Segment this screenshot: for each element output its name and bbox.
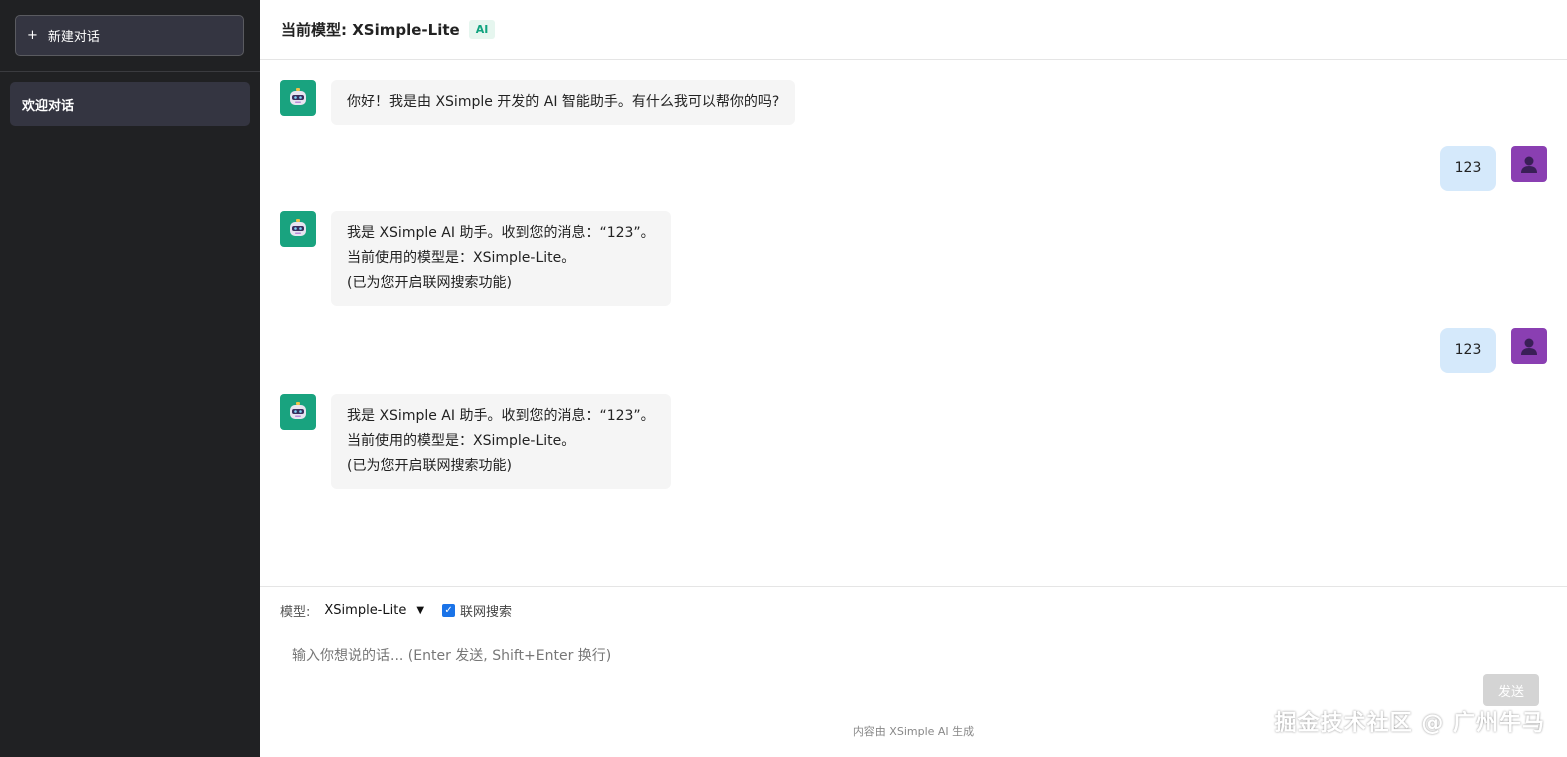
- message-line: 我是 XSimple AI 助手。收到您的消息：“123”。: [347, 408, 655, 424]
- message-line: (已为您开启联网搜索功能): [347, 275, 512, 291]
- assistant-message: 我是 XSimple AI 助手。收到您的消息：“123”。 当前使用的模型是：…: [331, 211, 671, 306]
- new-chat-button[interactable]: + 新建对话: [15, 15, 244, 56]
- user-message: 123: [1440, 328, 1496, 373]
- robot-icon: [280, 80, 316, 116]
- ai-badge: AI: [468, 20, 496, 39]
- model-select[interactable]: XSimple-Lite ▼: [324, 603, 424, 618]
- robot-icon: [280, 211, 316, 247]
- conversation-list: 欢迎对话: [0, 72, 260, 136]
- user-icon: [1511, 146, 1547, 182]
- assistant-message: 你好！我是由 XSimple 开发的 AI 智能助手。有什么我可以帮你的吗?: [331, 80, 796, 125]
- message-line: 你好！我是由 XSimple 开发的 AI 智能助手。有什么我可以帮你的吗?: [347, 94, 780, 110]
- message-line: 当前使用的模型是：XSimple-Lite。: [347, 250, 576, 266]
- conversation-item[interactable]: 欢迎对话: [10, 82, 250, 126]
- input-controls: 模型: XSimple-Lite ▼ ✓ 联网搜索: [280, 601, 512, 620]
- message-input[interactable]: 输入你想说的话... (Enter 发送, Shift+Enter 换行): [280, 643, 1540, 673]
- message-line: (已为您开启联网搜索功能): [347, 458, 512, 474]
- plus-icon: +: [27, 28, 38, 43]
- conversation-title: 欢迎对话: [22, 98, 75, 114]
- message-line: 123: [1454, 342, 1482, 358]
- sidebar: + 新建对话 欢迎对话: [0, 0, 260, 757]
- assistant-message: 我是 XSimple AI 助手。收到您的消息：“123”。 当前使用的模型是：…: [331, 394, 671, 489]
- new-chat-container: + 新建对话: [0, 0, 260, 72]
- current-model-title: 当前模型: XSimple-Lite: [281, 21, 460, 39]
- web-search-label[interactable]: 联网搜索: [460, 601, 512, 620]
- model-label: 模型:: [280, 605, 311, 620]
- chat-header: 当前模型: XSimple-Lite AI: [260, 0, 1567, 60]
- send-button[interactable]: 发送: [1483, 674, 1539, 706]
- model-select-value: XSimple-Lite: [324, 603, 407, 618]
- message-line: 当前使用的模型是：XSimple-Lite。: [347, 433, 576, 449]
- user-icon: [1511, 328, 1547, 364]
- chat-main: 当前模型: XSimple-Lite AI 你好！我是由 XSimple 开发的…: [260, 0, 1567, 757]
- web-search-checkbox[interactable]: ✓: [442, 604, 456, 617]
- message-line: 123: [1454, 160, 1482, 176]
- message-line: 我是 XSimple AI 助手。收到您的消息：“123”。: [347, 225, 655, 241]
- user-message: 123: [1440, 146, 1496, 191]
- message-list: 你好！我是由 XSimple 开发的 AI 智能助手。有什么我可以帮你的吗? 1…: [260, 60, 1567, 586]
- chevron-down-icon: ▼: [416, 605, 425, 616]
- robot-icon: [280, 394, 316, 430]
- new-chat-label: 新建对话: [47, 30, 100, 45]
- watermark: 掘金技术社区 @ 广州牛马: [1274, 711, 1545, 736]
